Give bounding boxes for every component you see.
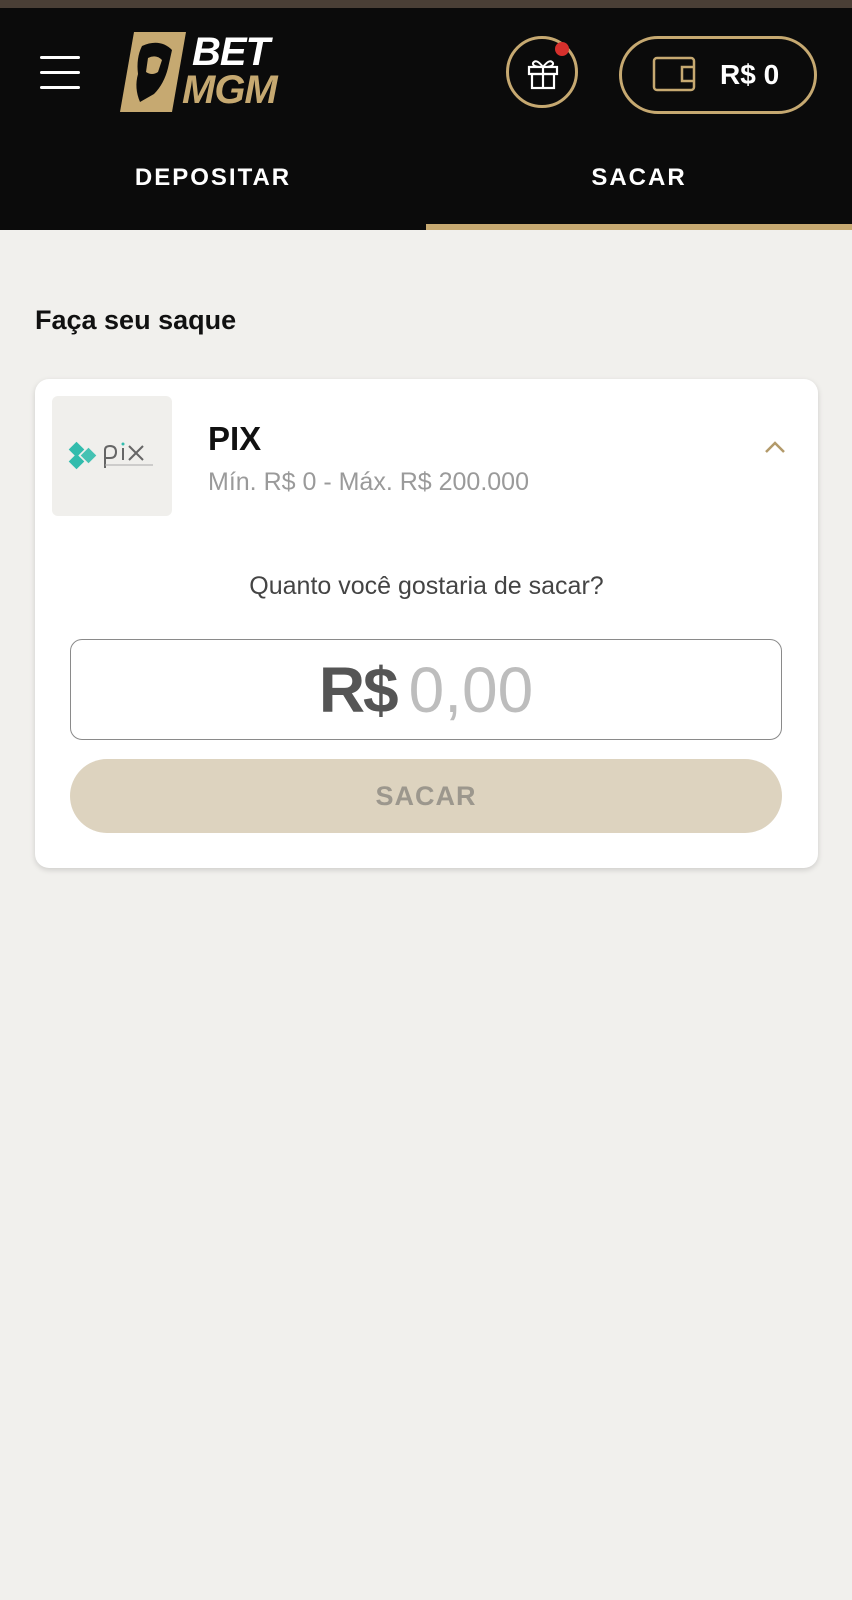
payment-method-limits: Mín. R$ 0 - Máx. R$ 200.000	[208, 468, 529, 496]
wallet-balance-button[interactable]: R$ 0	[619, 36, 817, 114]
payment-method-name: PIX	[208, 420, 262, 457]
gift-icon	[527, 60, 559, 90]
currency-symbol: R$	[318, 653, 399, 726]
logo-text-mgm: MGM	[182, 68, 278, 112]
tab-depositar[interactable]: DEPOSITAR	[0, 153, 426, 203]
menu-icon[interactable]	[40, 56, 82, 90]
notification-dot	[555, 42, 569, 56]
amount-question: Quanto você gostaria de sacar?	[249, 572, 604, 600]
amount-input[interactable]: R$ 0,00	[70, 639, 782, 740]
payment-method-card: PIX Mín. R$ 0 - Máx. R$ 200.000 Quanto v…	[35, 379, 818, 868]
logo-text-bet: BET	[192, 30, 270, 74]
tab-sacar[interactable]: SACAR	[426, 153, 852, 203]
top-border	[0, 0, 852, 8]
sacar-button[interactable]: SACAR	[70, 759, 782, 833]
amount-placeholder: 0,00	[408, 653, 534, 726]
lion-logo-icon	[120, 32, 186, 112]
chevron-up-icon[interactable]	[763, 439, 787, 455]
page-title: Faça seu saque	[35, 305, 237, 335]
active-tab-indicator	[426, 224, 852, 230]
betmgm-logo[interactable]: BET MGM	[120, 28, 295, 114]
header: BET MGM R$ 0 DEPOSITAR SACAR	[0, 8, 852, 230]
wallet-amount: R$ 0	[720, 59, 780, 90]
pix-logo	[52, 396, 172, 516]
wallet-icon	[652, 56, 696, 92]
pix-logo-icon	[68, 441, 153, 470]
